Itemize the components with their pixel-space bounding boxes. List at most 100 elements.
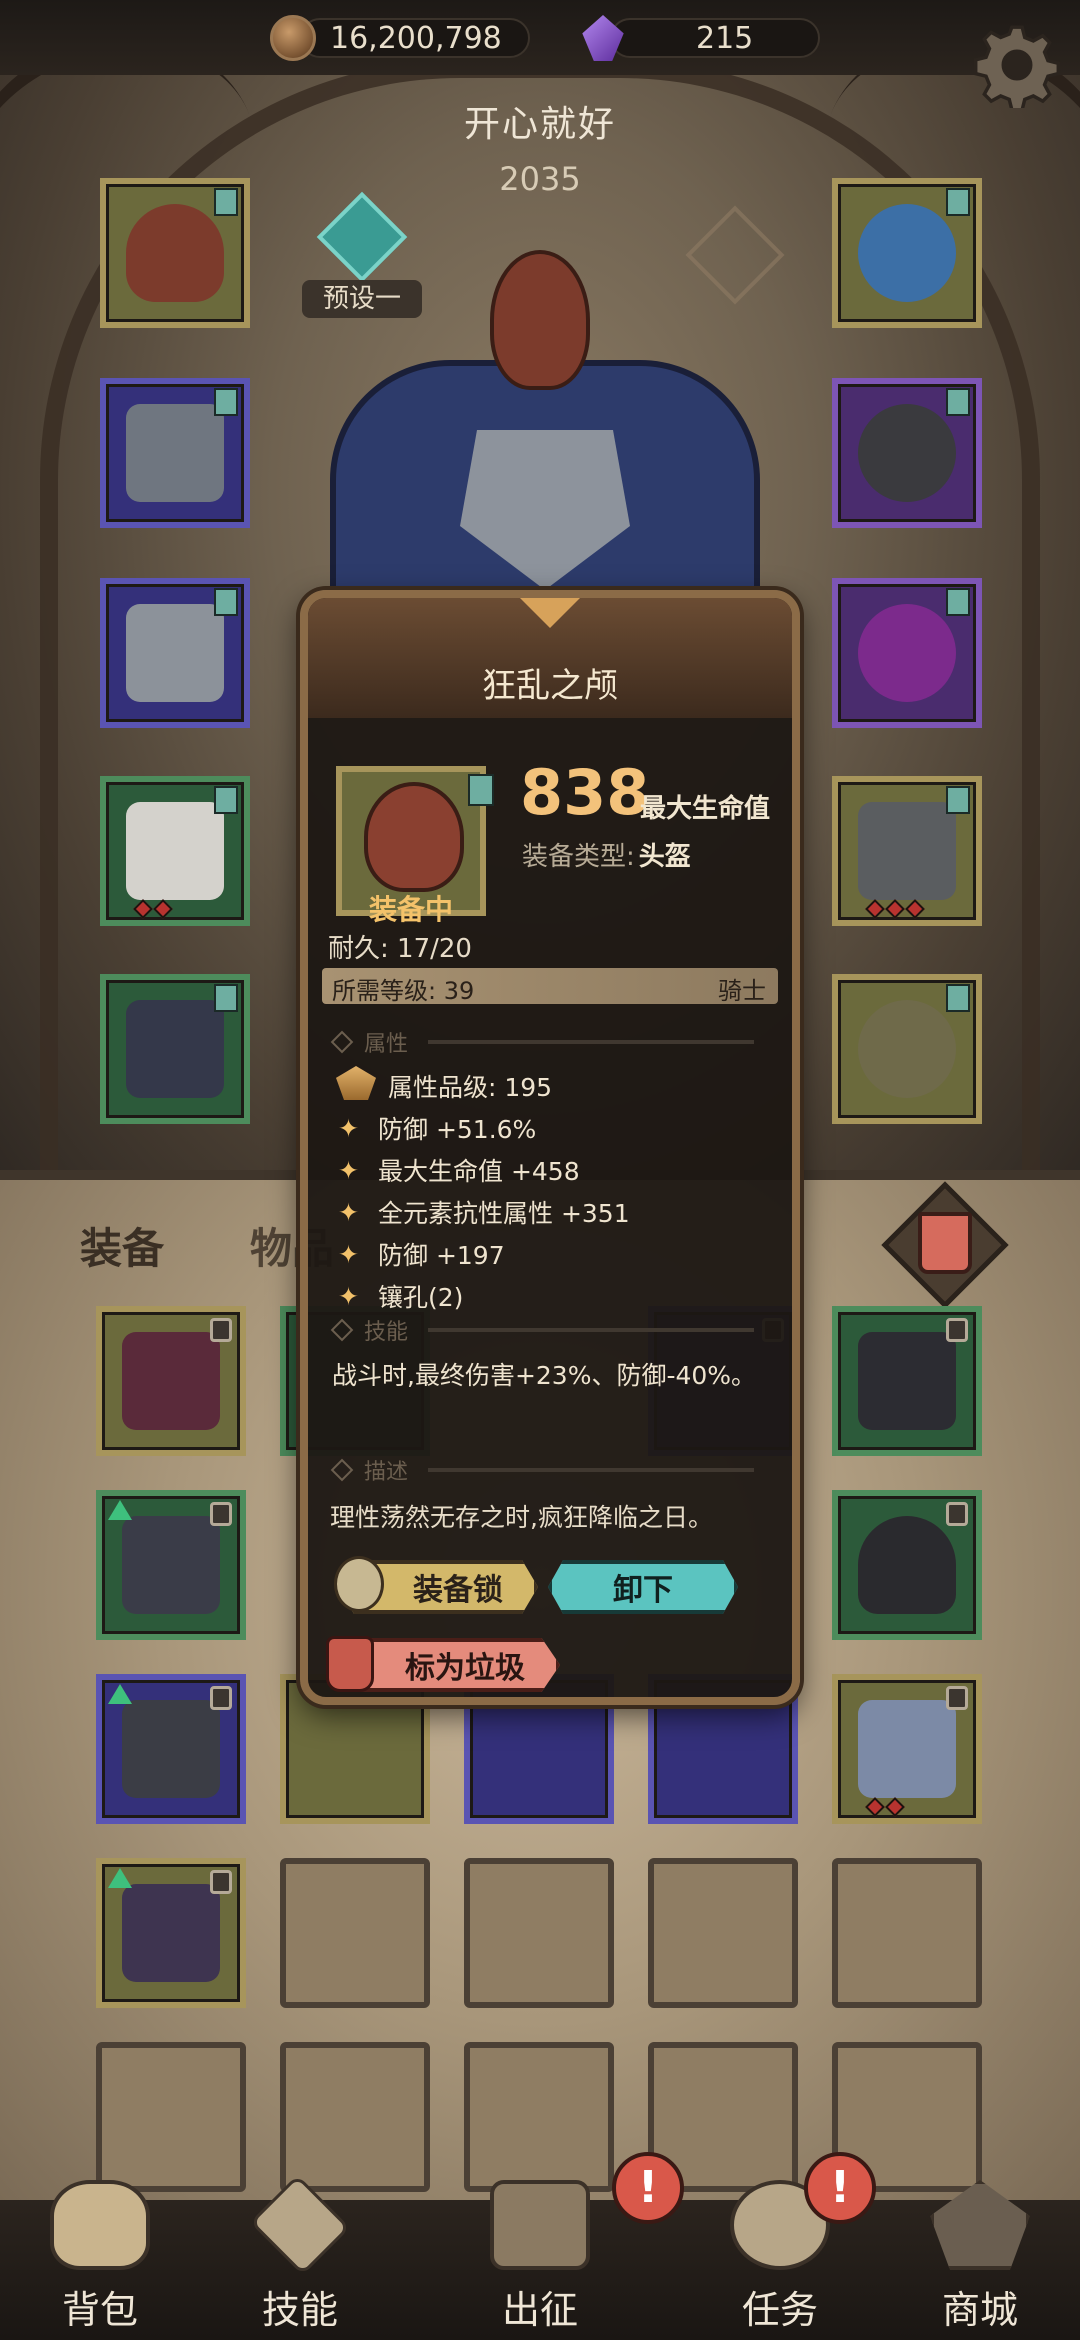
coin-icon xyxy=(270,15,316,61)
purple-ring-icon xyxy=(858,604,956,702)
inventory-item[interactable] xyxy=(96,1490,246,1640)
currency-bar xyxy=(0,0,1080,75)
preset-label[interactable]: 预设一 xyxy=(302,280,422,318)
boots-icon xyxy=(126,1000,224,1098)
amulet-slot[interactable] xyxy=(832,178,982,328)
star-icon: ✦ xyxy=(338,1113,359,1143)
star-icon: ✦ xyxy=(338,1281,359,1311)
empty-inventory-slot[interactable] xyxy=(832,1858,982,2008)
hero-head xyxy=(490,250,590,390)
lock-icon xyxy=(946,1686,968,1710)
empty-inventory-slot[interactable] xyxy=(464,1858,614,2008)
trash-can-icon xyxy=(918,1212,972,1274)
crystal-sword-icon xyxy=(858,1700,956,1798)
attribute-line: ✦ 全元素抗性属性 +351 xyxy=(338,1197,630,1229)
star-icon: ✦ xyxy=(338,1155,359,1185)
chest-armor-icon xyxy=(126,404,224,502)
ring2-slot[interactable] xyxy=(832,578,982,728)
coin-counter[interactable]: 16,200,798 xyxy=(270,8,530,68)
upgrade-arrow-icon xyxy=(108,1684,132,1704)
rune-cloak-icon xyxy=(122,1884,220,1982)
empty-inventory-slot[interactable] xyxy=(280,1858,430,2008)
inventory-item[interactable] xyxy=(832,1674,982,1824)
boots-slot[interactable] xyxy=(100,974,250,1124)
weapon-slot[interactable] xyxy=(832,776,982,926)
attribute-line: ✦ 防御 +51.6% xyxy=(338,1113,537,1145)
socket-gems xyxy=(865,1797,905,1817)
equipped-badge xyxy=(468,774,494,806)
hood-icon xyxy=(858,1516,956,1614)
sack-helmet-icon xyxy=(126,204,224,302)
main-stat-value: 838 xyxy=(520,756,650,829)
pants-icon xyxy=(126,802,224,900)
equipped-badge xyxy=(214,388,238,416)
inventory-item[interactable] xyxy=(832,1490,982,1640)
star-icon: ✦ xyxy=(338,1197,359,1227)
lock-icon xyxy=(210,1502,232,1526)
preset-emblem-icon xyxy=(316,191,408,283)
pants-slot[interactable] xyxy=(100,776,250,926)
shield-icon xyxy=(122,1700,220,1798)
equipped-badge xyxy=(946,388,970,416)
dark-bracer-icon xyxy=(858,1332,956,1430)
equipped-badge xyxy=(214,588,238,616)
inventory-item[interactable] xyxy=(96,1306,246,1456)
equipped-badge xyxy=(214,188,238,216)
equipped-badge xyxy=(214,786,238,814)
required-level: 所需等级: 39 xyxy=(332,977,475,1005)
skill-header: 技能 xyxy=(328,1314,774,1346)
boots-icon xyxy=(122,1516,220,1614)
coin-amount: 16,200,798 xyxy=(330,20,502,56)
socket-gems xyxy=(865,899,925,919)
attribute-line: ✦ 镶孔(2) xyxy=(338,1281,464,1313)
nav-skills[interactable]: 技能 xyxy=(200,2160,400,2340)
gem-amount: 215 xyxy=(696,20,754,56)
attribute-grade: 属性品级: 195 xyxy=(388,1073,553,1102)
lock-icon xyxy=(210,1318,232,1342)
lock-icon xyxy=(210,1686,232,1710)
empty-inventory-slot[interactable] xyxy=(648,1858,798,2008)
upgrade-arrow-icon xyxy=(108,1868,132,1888)
inventory-item[interactable] xyxy=(96,1858,246,2008)
tab-equipment[interactable]: 装备 xyxy=(80,1215,164,1276)
nav-bag[interactable]: 背包 xyxy=(0,2160,200,2340)
equipped-badge xyxy=(946,188,970,216)
nav-shop[interactable]: 商城 xyxy=(880,2160,1080,2340)
requirement-bar: 所需等级: 39 骑士 xyxy=(322,968,778,1005)
sack-helmet-icon xyxy=(364,782,464,892)
crown-shop-icon xyxy=(930,2180,1030,2270)
attribute-line: ✦ 最大生命值 +458 xyxy=(338,1155,580,1187)
ring1-slot[interactable] xyxy=(832,378,982,528)
gloves-slot[interactable] xyxy=(100,578,250,728)
inventory-item[interactable] xyxy=(832,1306,982,1456)
durability: 耐久: 17/20 xyxy=(328,934,472,964)
main-stat-label: 最大生命值 xyxy=(640,794,771,824)
padlock-icon xyxy=(334,1556,384,1612)
chest-slot[interactable] xyxy=(100,378,250,528)
socket-gems xyxy=(133,899,173,919)
nav-expedition[interactable]: 出征 xyxy=(440,2160,640,2340)
skull-shield-icon xyxy=(858,1000,956,1098)
inventory-item[interactable] xyxy=(96,1674,246,1824)
lock-icon xyxy=(946,1318,968,1342)
amulet-icon xyxy=(858,204,956,302)
item-flavor-text: 理性荡然无存之时,疯狂降临之日。 xyxy=(330,1503,713,1532)
skill-description: 战斗时,最终伤害+23%、防御-40%。 xyxy=(332,1361,757,1390)
backpack-icon xyxy=(50,2180,150,2270)
attributes-header: 属性 xyxy=(328,1026,774,1058)
unequip-button[interactable]: 卸下 xyxy=(548,1560,738,1614)
equipped-label: 装备中 xyxy=(368,893,453,926)
rapier-icon xyxy=(858,802,956,900)
skill-book-icon xyxy=(249,2174,351,2276)
equipped-badge xyxy=(946,786,970,814)
helmet-slot[interactable] xyxy=(100,178,250,328)
description-header: 描述 xyxy=(328,1454,774,1486)
equipped-badge xyxy=(214,984,238,1012)
offhand-slot[interactable] xyxy=(832,974,982,1124)
item-detail-popup: 狂乱之颅 装备中 838 最大生命值 装备类型: 头盔 耐久: 17/20 所需等… xyxy=(300,590,800,1705)
sword-map-icon xyxy=(490,2180,590,2270)
junk-lantern-icon xyxy=(326,1636,374,1692)
upgrade-arrow-icon xyxy=(108,1500,132,1520)
gem-counter[interactable]: 215 xyxy=(580,8,820,68)
gauntlet-icon xyxy=(126,604,224,702)
